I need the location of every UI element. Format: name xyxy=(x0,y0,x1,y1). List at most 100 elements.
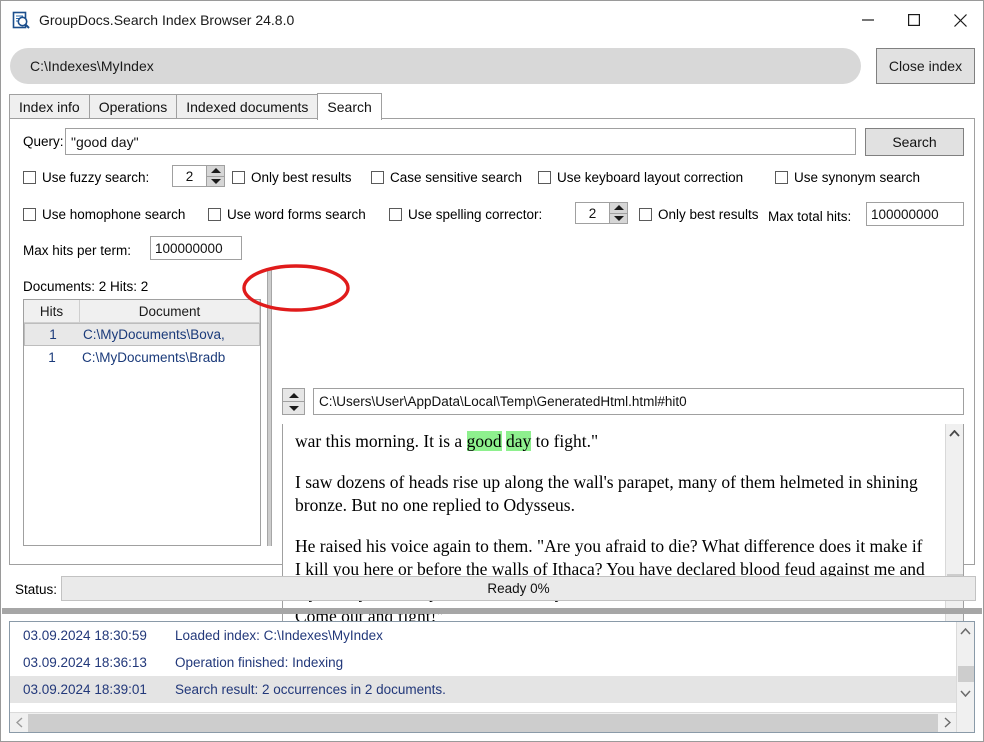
search-button[interactable]: Search xyxy=(865,128,964,156)
scroll-right-icon[interactable] xyxy=(938,713,956,732)
hit-next-button[interactable] xyxy=(283,401,304,414)
hit-previous-button[interactable] xyxy=(283,389,304,401)
log-list: 03.09.2024 18:30:59 Loaded index: C:\Ind… xyxy=(10,622,956,712)
spelling-distance-stepper[interactable] xyxy=(575,202,628,224)
viewer-text-segment: war this morning. It is a xyxy=(295,431,467,451)
close-index-button[interactable]: Close index xyxy=(876,48,975,84)
search-hit-highlight: day xyxy=(506,431,531,451)
use-fuzzy-search-checkbox[interactable] xyxy=(23,171,36,184)
fuzzy-distance-stepper[interactable] xyxy=(172,165,225,187)
log-timestamp: 03.09.2024 18:36:13 xyxy=(23,655,175,670)
table-row[interactable]: 1 C:\MyDocuments\Bradb xyxy=(24,346,260,369)
spelling-distance-input[interactable] xyxy=(575,202,609,224)
results-summary: Documents: 2 Hits: 2 xyxy=(23,279,148,294)
max-total-hits-input[interactable] xyxy=(866,202,964,226)
query-label: Query: xyxy=(23,134,64,149)
synonym-search-option[interactable]: Use synonym search xyxy=(775,170,920,185)
fuzzy-distance-spinner[interactable] xyxy=(206,165,225,187)
documents-list[interactable]: Hits Document 1 C:\MyDocuments\Bova, 1 C… xyxy=(23,299,261,546)
search-hit-highlight: good xyxy=(467,431,502,451)
tab-search[interactable]: Search xyxy=(317,93,381,120)
minimize-button[interactable] xyxy=(845,1,891,39)
max-hits-per-term-input[interactable] xyxy=(150,236,242,260)
triangle-up-icon xyxy=(211,168,221,173)
application-window: GroupDocs.Search Index Browser 24.8.0 C:… xyxy=(0,0,984,742)
log-timestamp: 03.09.2024 18:30:59 xyxy=(23,628,175,643)
search-query-input[interactable] xyxy=(65,128,856,155)
log-message: Operation finished: Indexing xyxy=(175,655,956,670)
keyboard-layout-correction-checkbox[interactable] xyxy=(538,171,551,184)
spelling-corrector-checkbox[interactable] xyxy=(389,208,402,221)
table-row[interactable]: 1 C:\MyDocuments\Bova, xyxy=(24,323,260,346)
keyboard-layout-correction-option[interactable]: Use keyboard layout correction xyxy=(538,170,743,185)
row-document: C:\MyDocuments\Bova, xyxy=(81,327,259,342)
word-forms-search-checkbox[interactable] xyxy=(208,208,221,221)
list-item[interactable]: 03.09.2024 18:39:01 Search result: 2 occ… xyxy=(10,676,956,703)
spelling-distance-spinner[interactable] xyxy=(609,202,628,224)
scroll-down-icon[interactable] xyxy=(957,684,974,702)
document-search-icon xyxy=(11,10,31,30)
homophone-search-checkbox[interactable] xyxy=(23,208,36,221)
status-label: Status: xyxy=(15,582,57,597)
log-panel[interactable]: 03.09.2024 18:30:59 Loaded index: C:\Ind… xyxy=(9,621,975,733)
synonym-search-checkbox[interactable] xyxy=(775,171,788,184)
column-header-document[interactable]: Document xyxy=(80,300,260,322)
case-sensitive-option[interactable]: Case sensitive search xyxy=(371,170,522,185)
title-bar: GroupDocs.Search Index Browser 24.8.0 xyxy=(1,1,983,39)
word-forms-search-option[interactable]: Use word forms search xyxy=(208,207,366,222)
window-title: GroupDocs.Search Index Browser 24.8.0 xyxy=(39,12,294,28)
column-header-hits[interactable]: Hits xyxy=(24,300,80,322)
fuzzy-distance-input[interactable] xyxy=(172,165,206,187)
hit-navigation-spinner[interactable] xyxy=(282,388,305,415)
viewer-paragraph: I saw dozens of heads rise up along the … xyxy=(295,471,931,517)
spelling-distance-up-button[interactable] xyxy=(610,203,627,213)
hit-path-input[interactable] xyxy=(313,388,964,415)
case-sensitive-label: Case sensitive search xyxy=(390,170,522,185)
list-item[interactable]: 03.09.2024 18:36:13 Operation finished: … xyxy=(10,649,956,676)
triangle-up-icon xyxy=(614,205,624,210)
documents-list-header: Hits Document xyxy=(24,300,260,323)
tab-index-info[interactable]: Index info xyxy=(9,94,90,119)
homophone-search-option[interactable]: Use homophone search xyxy=(23,207,185,222)
log-message: Search result: 2 occurrences in 2 docume… xyxy=(175,682,956,697)
log-vertical-scrollbar[interactable] xyxy=(956,622,974,732)
scroll-left-icon[interactable] xyxy=(10,713,28,732)
spelling-only-best-results-checkbox[interactable] xyxy=(639,208,652,221)
close-button[interactable] xyxy=(937,1,983,39)
case-sensitive-checkbox[interactable] xyxy=(371,171,384,184)
row-hits: 1 xyxy=(24,350,80,365)
log-horizontal-scrollbar[interactable] xyxy=(10,712,956,732)
fuzzy-only-best-results-checkbox[interactable] xyxy=(232,171,245,184)
row-hits: 1 xyxy=(25,327,81,342)
tab-operations[interactable]: Operations xyxy=(89,94,177,119)
scroll-up-icon[interactable] xyxy=(946,424,963,442)
triangle-down-icon xyxy=(211,179,221,184)
list-item[interactable]: 03.09.2024 18:30:59 Loaded index: C:\Ind… xyxy=(10,622,956,649)
tab-strip: Index info Operations Indexed documents … xyxy=(9,93,975,119)
use-fuzzy-search-option[interactable]: Use fuzzy search: xyxy=(23,170,149,185)
spelling-corrector-option[interactable]: Use spelling corrector: xyxy=(389,207,542,222)
max-total-hits-label: Max total hits: xyxy=(768,209,851,224)
log-scrollbar-thumb[interactable] xyxy=(958,666,974,682)
spelling-corrector-label: Use spelling corrector: xyxy=(408,207,542,222)
index-path-display[interactable]: C:\Indexes\MyIndex xyxy=(10,48,861,84)
spelling-distance-down-button[interactable] xyxy=(610,213,627,224)
homophone-search-label: Use homophone search xyxy=(42,207,185,222)
tab-indexed-documents[interactable]: Indexed documents xyxy=(176,94,318,119)
maximize-button[interactable] xyxy=(891,1,937,39)
horizontal-splitter[interactable] xyxy=(2,608,982,614)
use-fuzzy-search-label: Use fuzzy search: xyxy=(42,170,149,185)
fuzzy-distance-up-button[interactable] xyxy=(207,166,224,176)
search-tab-panel: Query: Search Use fuzzy search: Only bes… xyxy=(9,118,975,565)
scroll-up-icon[interactable] xyxy=(957,622,974,640)
spelling-only-best-results-option[interactable]: Only best results xyxy=(639,207,759,222)
viewer-paragraph: war this morning. It is a good day to fi… xyxy=(295,430,931,453)
row-document: C:\MyDocuments\Bradb xyxy=(80,350,260,365)
status-progress-bar: Ready 0% xyxy=(61,576,976,601)
fuzzy-only-best-results-option[interactable]: Only best results xyxy=(232,170,352,185)
word-forms-search-label: Use word forms search xyxy=(227,207,366,222)
log-timestamp: 03.09.2024 18:39:01 xyxy=(23,682,175,697)
panel-splitter[interactable] xyxy=(267,269,272,546)
fuzzy-distance-down-button[interactable] xyxy=(207,176,224,187)
log-hscrollbar-thumb[interactable] xyxy=(28,714,938,732)
